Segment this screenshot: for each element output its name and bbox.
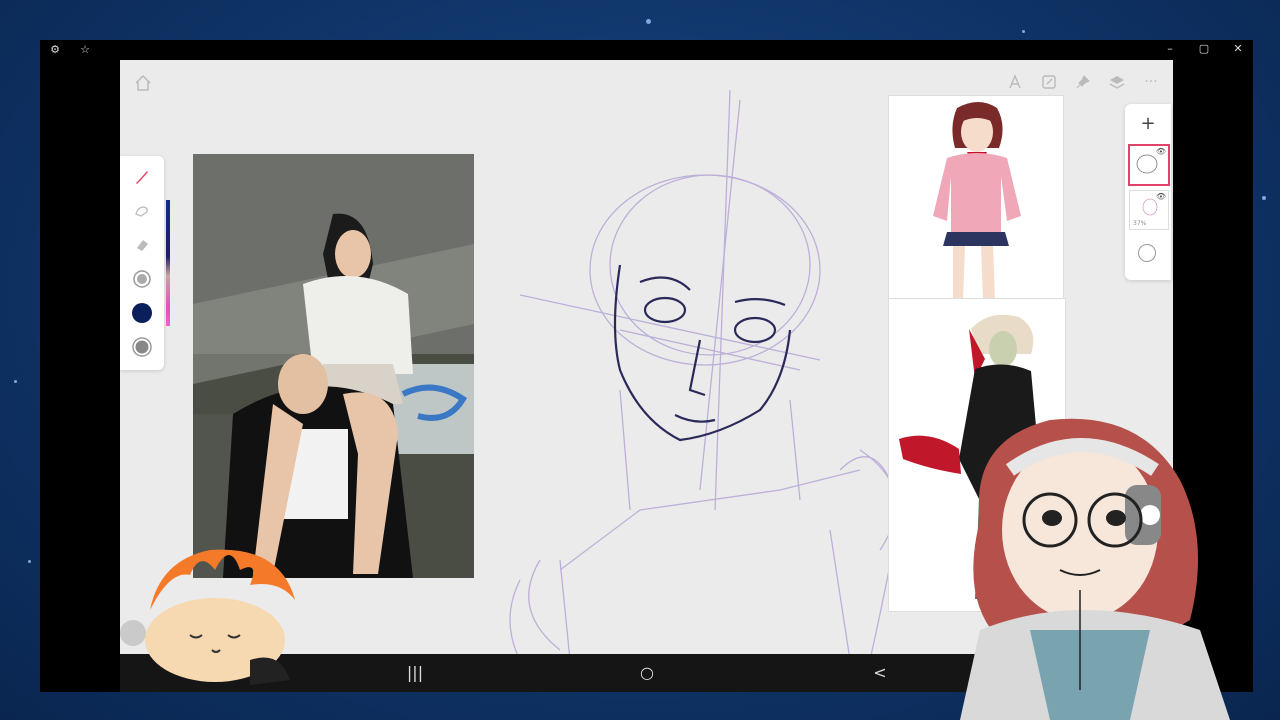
ruler-icon[interactable]: [1005, 72, 1025, 92]
close-button[interactable]: ✕: [1231, 42, 1245, 56]
eye-icon[interactable]: 👁: [1156, 192, 1166, 201]
star-icon[interactable]: ☆: [78, 43, 92, 57]
maximize-button[interactable]: ▢: [1197, 42, 1211, 56]
color-slider[interactable]: [166, 200, 170, 326]
eye-icon[interactable]: 👁: [1156, 147, 1166, 156]
recents-button[interactable]: |||: [405, 663, 425, 683]
title-bar: ⚙ ☆ – ▢ ✕: [40, 40, 1253, 60]
layers-panel: + 👁 👁 37%: [1125, 104, 1171, 280]
star-decoration: [28, 560, 31, 563]
more-icon[interactable]: ···: [1141, 72, 1161, 92]
back-button[interactable]: <: [870, 663, 890, 683]
tool-palette: [120, 156, 164, 370]
layer-thumbnail-2[interactable]: 👁 37%: [1129, 190, 1169, 230]
star-decoration: [1262, 196, 1266, 200]
reference-image-character-1[interactable]: [888, 95, 1064, 301]
home-nav-button[interactable]: ○: [637, 663, 657, 683]
character-1-art: [889, 96, 1063, 300]
mascot-character: [145, 549, 295, 685]
edit-icon[interactable]: [1039, 72, 1059, 92]
vtuber-avatar: [960, 418, 1230, 720]
photo-image: [193, 154, 474, 578]
brush-size[interactable]: [131, 268, 153, 290]
color-swatch[interactable]: [131, 302, 153, 324]
star-decoration: [14, 380, 17, 383]
top-toolbar: ···: [1005, 72, 1161, 92]
opacity-swatch[interactable]: [131, 336, 153, 358]
eraser-icon[interactable]: [131, 234, 153, 256]
star-decoration: [646, 19, 651, 24]
smudge-icon[interactable]: [131, 200, 153, 222]
layer-opacity: 37%: [1133, 220, 1147, 227]
home-icon[interactable]: [134, 74, 152, 92]
brush-icon[interactable]: [131, 166, 153, 188]
pin-icon[interactable]: [1073, 72, 1093, 92]
layers-icon[interactable]: [1107, 72, 1127, 92]
minimize-button[interactable]: –: [1163, 42, 1177, 56]
settings-icon[interactable]: ⚙: [48, 43, 62, 57]
reference-photo[interactable]: [193, 154, 474, 578]
layer-thumbnail-1[interactable]: 👁: [1128, 144, 1170, 186]
star-decoration: [1022, 30, 1025, 33]
layer-option-circle[interactable]: [1138, 244, 1156, 262]
add-layer-button[interactable]: +: [1138, 114, 1158, 134]
